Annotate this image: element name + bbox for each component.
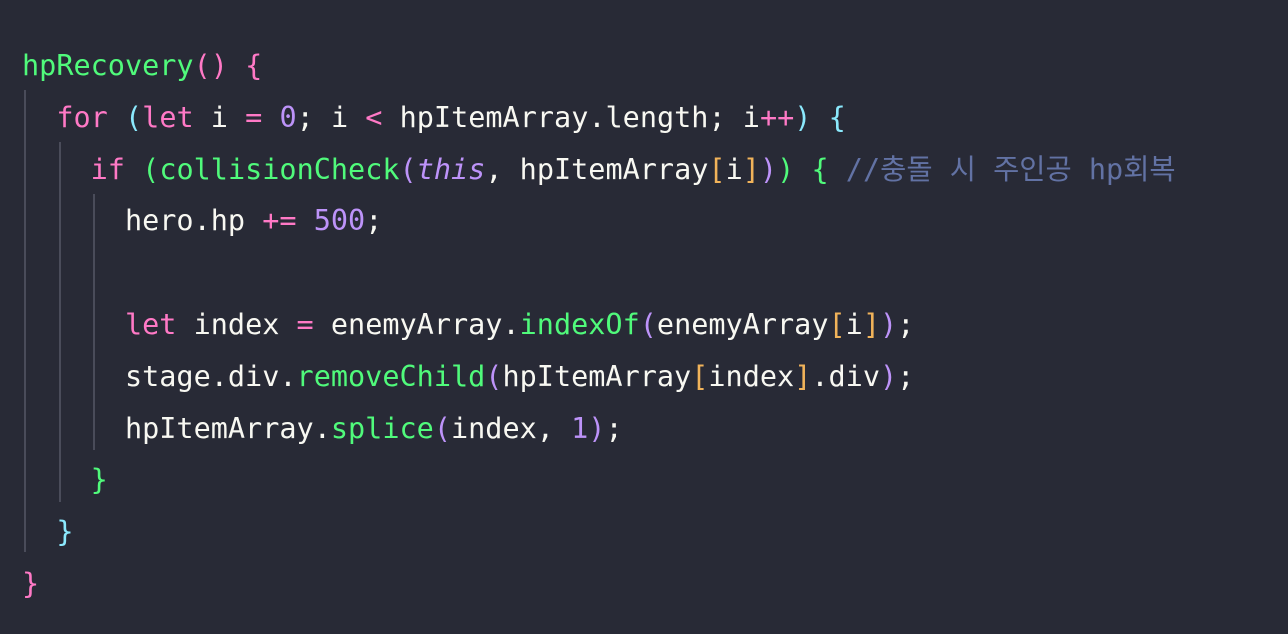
- code-token: +=: [262, 204, 297, 238]
- code-token: =: [245, 100, 263, 134]
- code-token: indexOf: [519, 307, 640, 341]
- code-token: }: [22, 566, 40, 600]
- code-token: }: [90, 463, 108, 497]
- code-token: index: [708, 359, 795, 393]
- code-line: for (let i = 0; i < hpItemArray.length; …: [22, 92, 1176, 144]
- code-token: splice: [330, 411, 434, 445]
- code-token: let: [124, 307, 177, 341]
- code-token: index,: [450, 411, 572, 445]
- code-line: hpRecovery() {: [22, 40, 1176, 92]
- code-token: enemyArray: [656, 307, 829, 341]
- code-token: (: [433, 411, 451, 445]
- code-token: ;: [897, 307, 915, 341]
- code-token: =: [296, 307, 314, 341]
- code-token: .div: [811, 359, 880, 393]
- code-token: [: [828, 307, 846, 341]
- code-token: [: [691, 359, 709, 393]
- code-token: (: [485, 359, 503, 393]
- code-token: ): [759, 152, 778, 186]
- code-token: hpItemArray: [502, 359, 692, 393]
- code-token: (: [639, 307, 657, 341]
- code-token: {: [828, 100, 846, 134]
- code-token: ]: [742, 152, 760, 186]
- code-token: ): [880, 359, 898, 393]
- code-token: 1: [571, 411, 589, 445]
- code-token: this: [416, 152, 486, 186]
- code-token: ;: [605, 411, 623, 445]
- code-token: i: [845, 307, 863, 341]
- code-token: let: [142, 100, 194, 134]
- code-token: (): [193, 49, 228, 82]
- code-line: }: [22, 506, 1176, 558]
- code-token: (: [124, 100, 143, 134]
- code-token: ): [777, 152, 795, 186]
- code-token: }: [56, 515, 74, 549]
- code-line: hero.hp += 500;: [22, 195, 1176, 247]
- code-editor[interactable]: hpRecovery() { for (let i = 0; i < hpIte…: [0, 0, 1288, 634]
- code-token: (: [142, 152, 160, 186]
- code-token: ): [794, 100, 812, 134]
- code-token: , hpItemArray: [485, 152, 709, 186]
- code-token: ]: [862, 307, 881, 341]
- code-token: ): [588, 411, 606, 445]
- code-token: hpRecovery: [22, 49, 194, 82]
- code-comment: //충돌 시 주인공 hp회복: [845, 152, 1176, 186]
- code-token: i: [725, 152, 743, 186]
- code-token: ; i: [296, 100, 366, 134]
- code-token: ]: [794, 359, 812, 393]
- code-token: <: [365, 100, 383, 134]
- code-token: ): [880, 307, 898, 341]
- code-line: stage.div.removeChild(hpItemArray[index]…: [22, 351, 1176, 403]
- code-token: if: [90, 152, 125, 186]
- code-line: let index = enemyArray.indexOf(enemyArra…: [22, 299, 1176, 351]
- code-token: 0: [279, 100, 297, 134]
- code-line: hpItemArray.splice(index, 1);: [22, 403, 1176, 455]
- code-token: i: [193, 100, 246, 134]
- code-token: ;: [897, 359, 915, 393]
- code-token: [: [708, 152, 726, 186]
- code-line: }: [22, 454, 1176, 506]
- code-line: }: [22, 558, 1176, 610]
- code-token: 500: [313, 204, 366, 238]
- code-token: enemyArray.: [313, 307, 520, 341]
- code-token: collisionCheck: [159, 152, 400, 186]
- code-token: (: [399, 152, 417, 186]
- code-token: ++: [759, 100, 795, 134]
- code-token: hpItemArray.: [22, 411, 331, 445]
- code-token: {: [811, 152, 829, 186]
- code-token: ;: [365, 204, 383, 238]
- code-token: {: [245, 49, 263, 82]
- code-line: if (collisionCheck(this, hpItemArray[i])…: [22, 144, 1176, 196]
- code-token: for: [56, 100, 108, 134]
- code-token: hero.hp: [22, 204, 263, 238]
- code-token: index: [176, 307, 297, 341]
- code-block[interactable]: hpRecovery() { for (let i = 0; i < hpIte…: [22, 40, 1176, 610]
- code-token: stage.div.: [22, 359, 297, 393]
- code-token: removeChild: [296, 359, 486, 393]
- code-token: hpItemArray.length; i: [382, 100, 760, 134]
